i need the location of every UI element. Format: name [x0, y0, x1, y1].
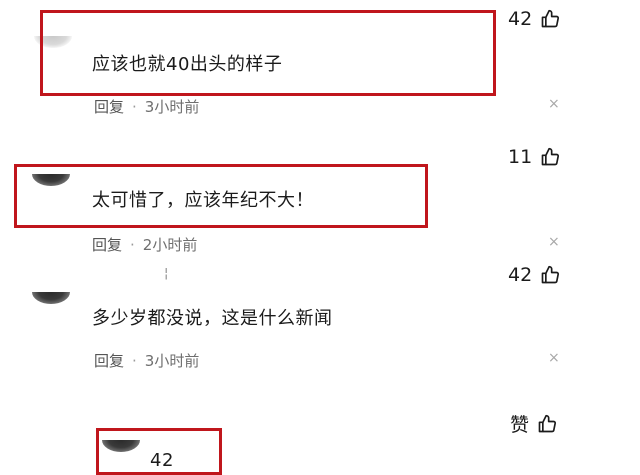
thumbs-up-icon	[541, 265, 560, 284]
comment-text: 多少岁都没说，这是什么新闻	[92, 308, 333, 329]
comment-meta: 回复 · 3小时前	[94, 96, 199, 117]
like-count: 42	[508, 8, 533, 30]
thumbs-up-icon	[541, 9, 560, 28]
comment-meta: 回复 · 3小时前	[94, 350, 199, 371]
reply-button[interactable]: 回复	[94, 98, 124, 116]
timestamp: 3小时前	[144, 98, 200, 116]
timestamp: 3小时前	[144, 352, 200, 370]
close-icon[interactable]: ×	[548, 96, 560, 112]
like-button[interactable]: 11	[508, 146, 560, 168]
like-count: 11	[508, 146, 533, 168]
timestamp: 2小时前	[142, 236, 198, 254]
stray-mark: ¦	[164, 266, 169, 281]
close-icon[interactable]: ×	[548, 234, 560, 250]
separator-dot: ·	[130, 236, 135, 254]
comment-meta: 回复 · 2小时前	[92, 234, 197, 255]
like-label: 赞	[510, 414, 530, 436]
partial-count: 42	[150, 450, 174, 471]
comment-text: 太可惜了，应该年纪不大！	[92, 190, 314, 211]
reply-button[interactable]: 回复	[92, 236, 122, 254]
reply-button[interactable]: 回复	[94, 352, 124, 370]
like-button[interactable]: 42	[508, 8, 560, 30]
close-icon[interactable]: ×	[548, 350, 560, 366]
like-button[interactable]: 赞	[510, 410, 557, 437]
comment-text: 应该也就40出头的样子	[92, 54, 283, 75]
avatar[interactable]	[32, 292, 70, 304]
thumbs-up-icon	[541, 147, 560, 166]
thumbs-up-icon	[538, 414, 557, 432]
separator-dot: ·	[132, 98, 137, 116]
separator-dot: ·	[132, 352, 137, 370]
like-count: 42	[508, 264, 533, 286]
like-button[interactable]: 42	[508, 264, 560, 286]
